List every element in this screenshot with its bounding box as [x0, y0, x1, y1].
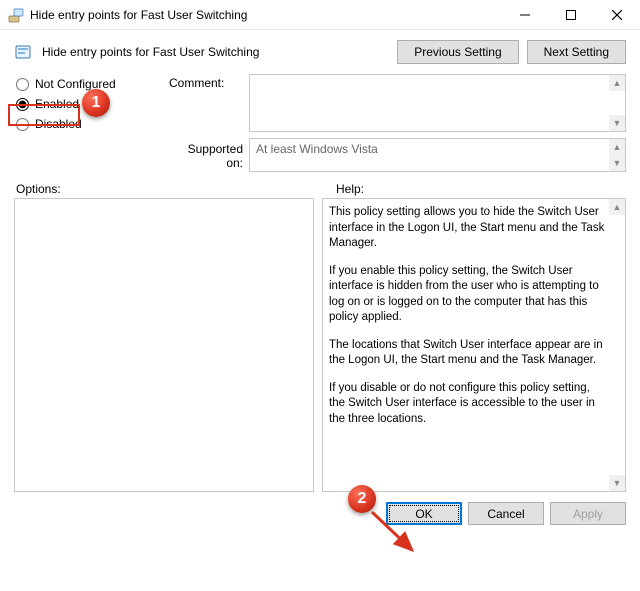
scroll-up-icon[interactable]: ▲	[609, 199, 625, 215]
radio-label: Enabled	[35, 97, 79, 111]
comment-textarea[interactable]: ▲ ▼	[249, 74, 626, 132]
help-panel: This policy setting allows you to hide t…	[322, 198, 626, 492]
radio-disabled[interactable]: Disabled	[14, 114, 169, 134]
next-setting-button[interactable]: Next Setting	[527, 40, 626, 64]
help-paragraph: The locations that Switch User interface…	[329, 338, 607, 369]
options-label: Options:	[16, 182, 61, 196]
help-paragraph: This policy setting allows you to hide t…	[329, 205, 607, 252]
scroll-up-icon[interactable]: ▲	[609, 139, 625, 155]
policy-icon	[14, 42, 34, 62]
scroll-down-icon[interactable]: ▼	[609, 155, 625, 171]
supported-on-box: At least Windows Vista ▲ ▼	[249, 138, 626, 172]
policy-editor-icon	[8, 7, 24, 23]
state-radio-group: Not Configured Enabled Disabled	[14, 74, 169, 172]
apply-button[interactable]: Apply	[550, 502, 626, 525]
radio-enabled[interactable]: Enabled	[14, 94, 169, 114]
radio-not-configured[interactable]: Not Configured	[14, 74, 169, 94]
help-paragraph: If you disable or do not configure this …	[329, 381, 607, 428]
help-paragraph: If you enable this policy setting, the S…	[329, 264, 607, 326]
window-controls	[502, 0, 640, 29]
ok-button[interactable]: OK	[386, 502, 462, 525]
scroll-up-icon[interactable]: ▲	[609, 75, 625, 91]
radio-label: Disabled	[35, 117, 82, 131]
supported-on-value: At least Windows Vista	[256, 142, 378, 156]
previous-setting-button[interactable]: Previous Setting	[397, 40, 518, 64]
comment-label: Comment:	[169, 74, 249, 132]
scroll-down-icon[interactable]: ▼	[609, 115, 625, 131]
titlebar: Hide entry points for Fast User Switchin…	[0, 0, 640, 30]
supported-on-label: Supported on:	[169, 138, 249, 170]
window-title: Hide entry points for Fast User Switchin…	[30, 8, 502, 22]
help-label: Help:	[336, 182, 364, 196]
policy-title: Hide entry points for Fast User Switchin…	[42, 45, 389, 59]
radio-label: Not Configured	[35, 77, 116, 91]
cancel-button[interactable]: Cancel	[468, 502, 544, 525]
options-panel	[14, 198, 314, 492]
scroll-down-icon[interactable]: ▼	[609, 475, 625, 491]
close-button[interactable]	[594, 0, 640, 29]
maximize-button[interactable]	[548, 0, 594, 29]
minimize-button[interactable]	[502, 0, 548, 29]
